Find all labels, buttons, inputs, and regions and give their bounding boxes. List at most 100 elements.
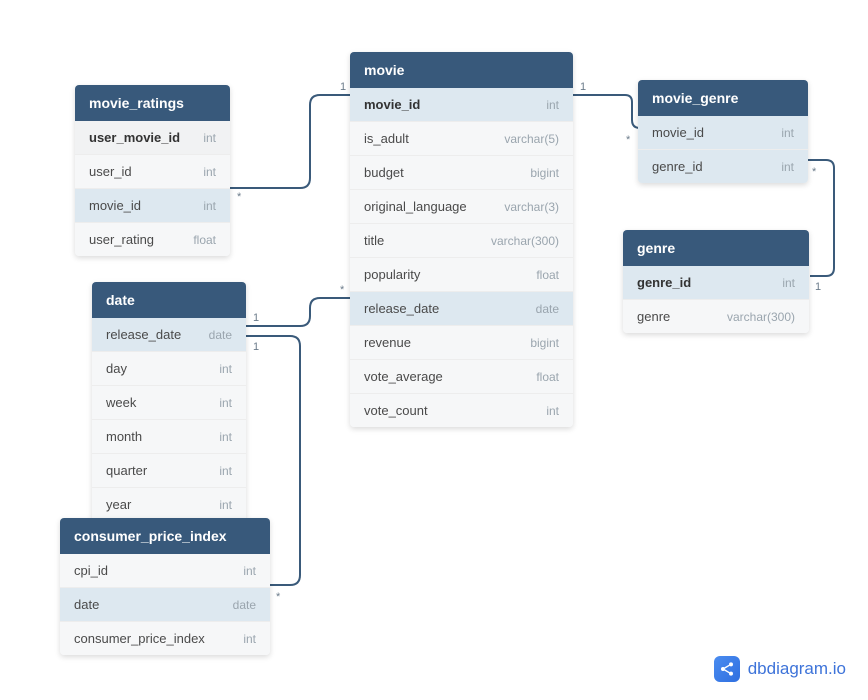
column-type: int [219, 464, 232, 478]
column-name: vote_average [364, 369, 443, 384]
column-name: cpi_id [74, 563, 108, 578]
column-name: year [106, 497, 131, 512]
column-type: float [536, 268, 559, 282]
table-row[interactable]: is_adult varchar(5) [350, 122, 573, 156]
column-name: user_id [89, 164, 132, 179]
table-row[interactable]: user_rating float [75, 223, 230, 256]
table-row[interactable]: year int [92, 488, 246, 521]
table-row[interactable]: budgetbigint [350, 156, 573, 190]
column-type: int [203, 199, 216, 213]
table-row[interactable]: release_date date [92, 318, 246, 352]
table-row[interactable]: movie_id int [350, 88, 573, 122]
table-date[interactable]: date release_date date day int week int mon… [92, 282, 246, 521]
column-name: popularity [364, 267, 420, 282]
column-type: int [781, 126, 794, 140]
table-row[interactable]: revenue bigint [350, 326, 573, 360]
table-header: date [92, 282, 246, 318]
diagram-canvas[interactable]: * 1 1 * * 1 1 * * 1 movie_ratings user_m… [0, 0, 868, 700]
column-name: movie_id [652, 125, 704, 140]
column-name: title [364, 233, 384, 248]
svg-text:1: 1 [253, 312, 259, 324]
svg-text:*: * [237, 191, 242, 203]
table-row[interactable]: month int [92, 420, 246, 454]
column-type: bigint [530, 336, 559, 350]
table-header: movie_genre [638, 80, 808, 116]
column-name: genre_id [652, 159, 703, 174]
column-name: is_adult [364, 131, 409, 146]
column-type: int [219, 396, 232, 410]
column-name: vote_count [364, 403, 428, 418]
table-row[interactable]: vote_count int [350, 394, 573, 427]
column-type: date [209, 328, 232, 342]
column-name: release_date [364, 301, 439, 316]
column-name: genre_id [637, 275, 691, 290]
column-type: float [193, 233, 216, 247]
table-row[interactable]: consumer_price_indexint [60, 622, 270, 655]
table-row[interactable]: release_date date [350, 292, 573, 326]
column-type: int [219, 498, 232, 512]
column-name: month [106, 429, 142, 444]
table-row[interactable]: datedate [60, 588, 270, 622]
table-header: genre [623, 230, 809, 266]
table-row[interactable]: popularity float [350, 258, 573, 292]
column-name: revenue [364, 335, 411, 350]
column-name: user_rating [89, 232, 154, 247]
column-name: genre [637, 309, 670, 324]
column-type: float [536, 370, 559, 384]
table-row[interactable]: movie_id int [638, 116, 808, 150]
column-type: int [203, 165, 216, 179]
svg-text:1: 1 [815, 281, 821, 293]
table-genre[interactable]: genre genre_id int genre varchar(300) [623, 230, 809, 333]
table-row[interactable]: quarter int [92, 454, 246, 488]
column-type: int [243, 632, 256, 646]
table-movie[interactable]: movie movie_idint is_adultvarchar(5) bud… [350, 52, 573, 427]
column-name: week [106, 395, 136, 410]
column-type: varchar(300) [727, 310, 795, 324]
share-icon [714, 656, 740, 682]
column-type: int [243, 564, 256, 578]
column-name: movie_id [364, 97, 420, 112]
watermark-text: dbdiagram.io [748, 659, 846, 679]
column-type: int [781, 160, 794, 174]
column-type: int [546, 404, 559, 418]
table-row[interactable]: genre_id int [623, 266, 809, 300]
column-name: budget [364, 165, 404, 180]
table-header: consumer_price_index [60, 518, 270, 554]
table-row[interactable]: original_language varchar(3) [350, 190, 573, 224]
table-movie-ratings[interactable]: movie_ratings user_movie_idint user_idin… [75, 85, 230, 256]
svg-text:1: 1 [253, 341, 259, 353]
svg-text:*: * [812, 166, 817, 178]
column-type: date [536, 302, 559, 316]
table-header: movie_ratings [75, 85, 230, 121]
table-row[interactable]: user_id int [75, 155, 230, 189]
column-type: int [219, 362, 232, 376]
table-row[interactable]: user_movie_idint [75, 121, 230, 155]
table-row[interactable]: movie_id int [75, 189, 230, 223]
table-row[interactable]: day int [92, 352, 246, 386]
table-movie-genre[interactable]: movie_genre movie_idint genre_idint [638, 80, 808, 183]
table-consumer-price-index[interactable]: consumer_price_index cpi_idint datedate … [60, 518, 270, 655]
watermark: dbdiagram.io [714, 656, 846, 682]
column-type: varchar(3) [504, 200, 559, 214]
svg-text:*: * [340, 284, 345, 296]
table-row[interactable]: vote_average float [350, 360, 573, 394]
column-name: date [74, 597, 99, 612]
table-row[interactable]: genre_id int [638, 150, 808, 183]
svg-text:1: 1 [340, 81, 346, 93]
column-type: int [782, 276, 795, 290]
column-type: varchar(300) [491, 234, 559, 248]
column-name: quarter [106, 463, 147, 478]
column-type: int [546, 98, 559, 112]
column-name: original_language [364, 199, 467, 214]
table-row[interactable]: cpi_id int [60, 554, 270, 588]
svg-text:*: * [626, 134, 631, 146]
table-header: movie [350, 52, 573, 88]
column-name: release_date [106, 327, 181, 342]
column-name: movie_id [89, 198, 141, 213]
table-row[interactable]: title varchar(300) [350, 224, 573, 258]
column-name: day [106, 361, 127, 376]
column-type: varchar(5) [504, 132, 559, 146]
table-row[interactable]: genre varchar(300) [623, 300, 809, 333]
table-row[interactable]: week int [92, 386, 246, 420]
column-type: int [219, 430, 232, 444]
